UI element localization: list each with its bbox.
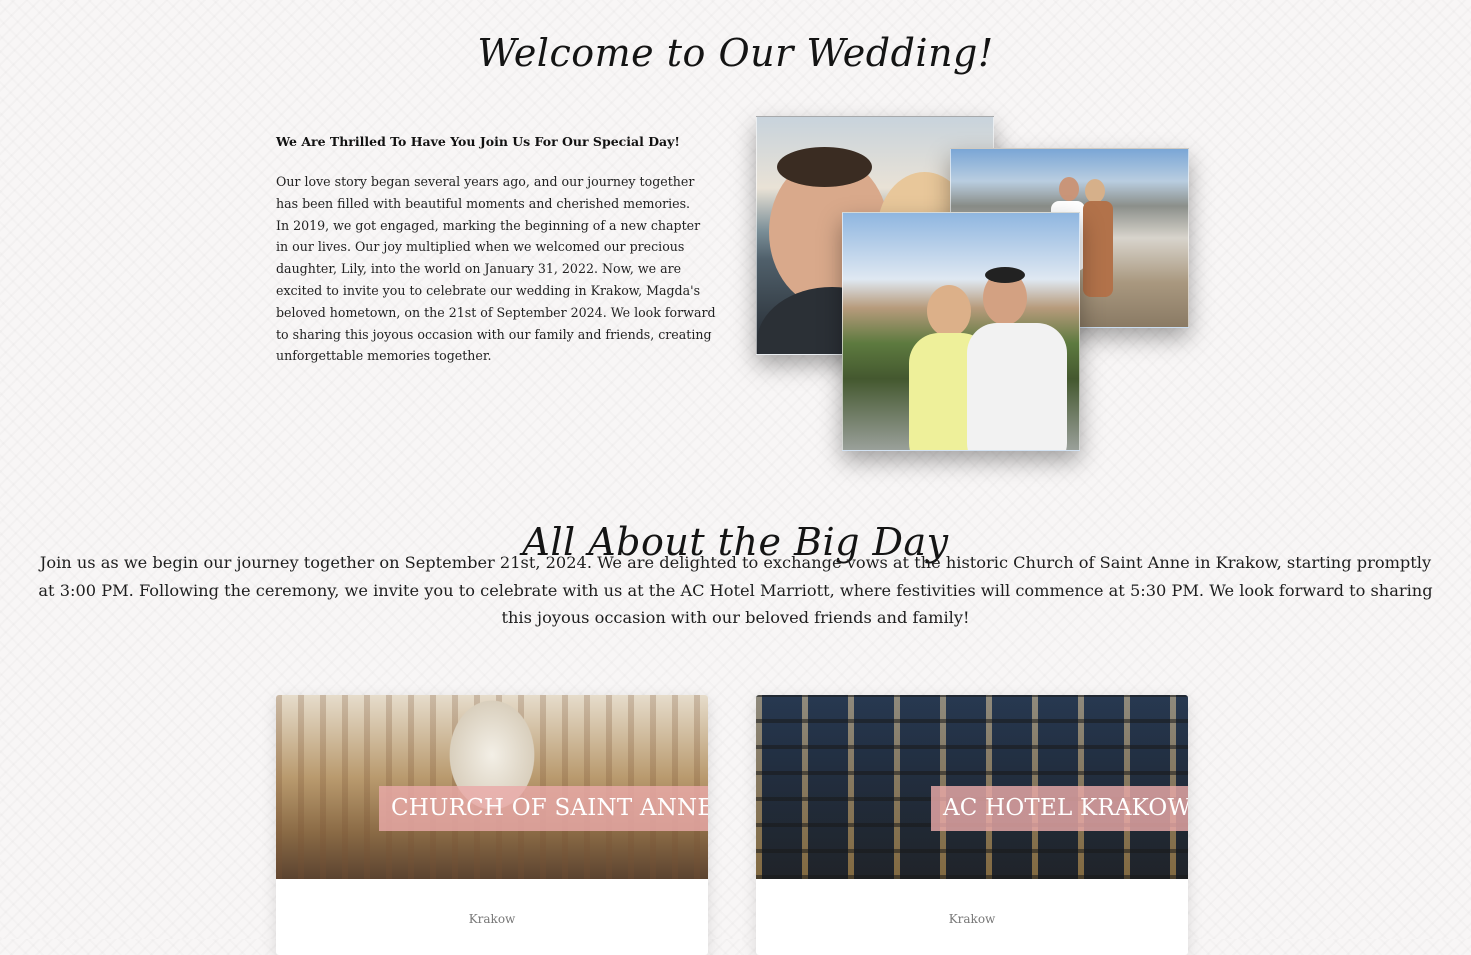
big-day-description: Join us as we begin our journey together… (38, 553, 1433, 627)
venue-city-hotel: Krakow (948, 912, 996, 926)
venue-name-church: CHURCH OF SAINT ANNE'S (379, 786, 708, 831)
intro-paragraph-1: Our love story began several years ago, … (276, 174, 695, 211)
welcome-title: Welcome to Our Wedding! (477, 31, 994, 76)
venue-card-hotel[interactable]: AC HOTEL KRAKOW Krakow (756, 695, 1188, 955)
intro-text: Our love story began several years ago, … (276, 171, 716, 367)
intro-paragraph-2: In 2019, we got engaged, marking the beg… (276, 217, 716, 364)
venue-name-hotel: AC HOTEL KRAKOW (931, 786, 1188, 831)
couple-photo-krakow (842, 212, 1080, 451)
venue-city-church: Krakow (468, 912, 516, 926)
venue-card-church[interactable]: CHURCH OF SAINT ANNE'S Krakow (276, 695, 708, 955)
intro-heading: We Are Thrilled To Have You Join Us For … (276, 134, 680, 149)
